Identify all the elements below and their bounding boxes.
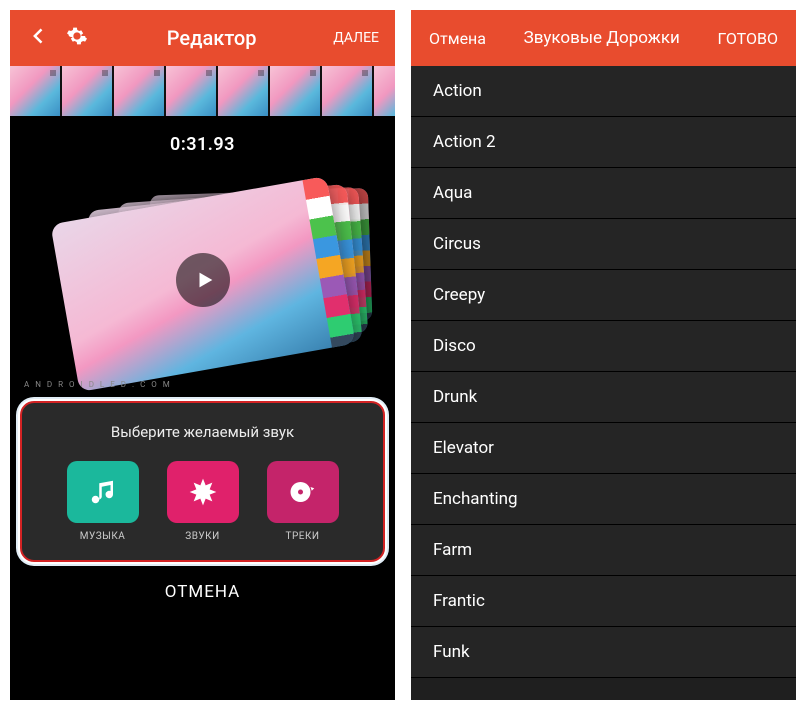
sounds-option[interactable]: ЗВУКИ [167, 461, 239, 542]
watermark: A N D R O I D L E D . C O M [24, 380, 172, 389]
settings-icon[interactable] [58, 25, 96, 51]
header-title: Редактор [96, 26, 327, 50]
timeline[interactable] [10, 66, 395, 116]
tracks-screen: Отмена Звуковые Дорожки ГОТОВО Action Ac… [411, 10, 796, 700]
sounds-label: ЗВУКИ [167, 531, 239, 542]
list-item[interactable]: Creepy [411, 270, 796, 321]
list-item[interactable]: Farm [411, 525, 796, 576]
done-button[interactable]: ГОТОВО [718, 29, 778, 48]
editor-header: Редактор ДАЛЕЕ [10, 10, 395, 66]
list-item[interactable]: Frantic [411, 576, 796, 627]
list-item[interactable]: Enchanting [411, 474, 796, 525]
list-item[interactable]: Aqua [411, 168, 796, 219]
disc-icon [267, 461, 339, 523]
back-icon[interactable] [20, 26, 58, 50]
video-preview[interactable]: A N D R O I D L E D . C O M [10, 165, 395, 395]
timecode: 0:31.93 [10, 116, 395, 165]
timeline-thumb[interactable] [322, 66, 372, 116]
list-item[interactable]: Drunk [411, 372, 796, 423]
cancel-button[interactable]: ОТМЕНА [10, 562, 395, 622]
play-icon[interactable] [176, 253, 230, 307]
music-icon [67, 461, 139, 523]
list-item[interactable]: Disco [411, 321, 796, 372]
tracks-label: ТРЕКИ [267, 531, 339, 542]
list-item[interactable]: Elevator [411, 423, 796, 474]
list-item[interactable]: Action 2 [411, 117, 796, 168]
timeline-thumb[interactable] [10, 66, 60, 116]
tracks-header: Отмена Звуковые Дорожки ГОТОВО [411, 10, 796, 66]
burst-icon [167, 461, 239, 523]
timeline-thumb[interactable] [62, 66, 112, 116]
track-list[interactable]: Action Action 2 Aqua Circus Creepy Disco… [411, 66, 796, 700]
list-item[interactable]: Funk [411, 627, 796, 678]
list-item[interactable]: Circus [411, 219, 796, 270]
next-button[interactable]: ДАЛЕЕ [327, 30, 385, 46]
music-option[interactable]: МУЗЫКА [67, 461, 139, 542]
timeline-thumb[interactable] [166, 66, 216, 116]
timeline-thumb[interactable] [218, 66, 268, 116]
music-label: МУЗЫКА [67, 531, 139, 542]
sheet-title: Выберите желаемый звук [32, 423, 373, 441]
timeline-thumb[interactable] [374, 66, 395, 116]
tracks-option[interactable]: ТРЕКИ [267, 461, 339, 542]
sound-options: МУЗЫКА ЗВУКИ ТРЕКИ [32, 461, 373, 542]
header-title: Звуковые Дорожки [524, 28, 680, 48]
timeline-thumb[interactable] [270, 66, 320, 116]
list-item[interactable]: Action [411, 66, 796, 117]
editor-screen: Редактор ДАЛЕЕ 0:31.93 A N D R O I D L E… [10, 10, 395, 700]
sound-picker-sheet: Выберите желаемый звук МУЗЫКА ЗВУКИ [20, 401, 385, 562]
timeline-thumb[interactable] [114, 66, 164, 116]
cancel-button[interactable]: Отмена [429, 29, 486, 48]
